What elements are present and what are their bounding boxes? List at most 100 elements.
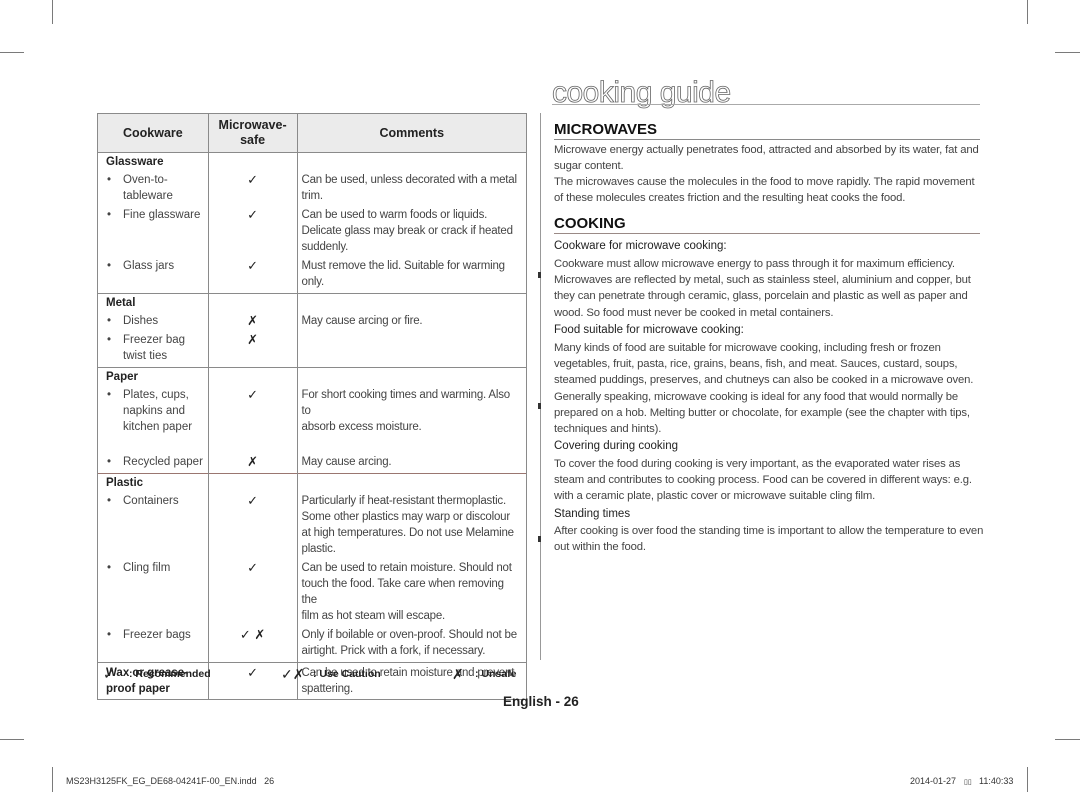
cookware-cell: • Recycled paper — [97, 454, 209, 470]
paragraph-cookware: Cookware must allow microwave energy to … — [554, 258, 971, 319]
heading-microwaves: MICROWAVES — [554, 121, 658, 138]
mark-cell — [207, 367, 298, 387]
comment-line: at high temperatures. Do not use Melamin… — [301, 527, 515, 539]
cookware-cell: • Freezer bag twist ties — [97, 332, 209, 364]
cookware-name-line: Freezer bag — [123, 334, 186, 346]
comment-line: May cause arcing or fire. — [301, 315, 423, 327]
crop-mark — [0, 52, 24, 53]
comment-cell: Can be used, unless decorated with a met… — [296, 172, 527, 204]
cookware-cell: • Fine glassware — [97, 207, 209, 255]
bullet-icon: • — [107, 562, 112, 574]
column-divider — [540, 113, 541, 660]
table-row: • Fine glassware ✓ Can be used to warm food… — [97, 207, 527, 255]
comment-text: For short cooking times and warming. Als… — [298, 387, 527, 451]
comment-line: plastic. — [301, 543, 336, 555]
cookware-name-line: napkins and — [123, 405, 186, 417]
group-label: Glassware — [106, 156, 164, 168]
microwaves-paragraph-1: Microwave energy actually penetrates foo… — [554, 144, 979, 173]
cookware-item: • Oven-to-tableware — [98, 172, 208, 204]
group-label: Plastic — [106, 477, 144, 489]
group-cell: Metal — [97, 293, 209, 313]
comment-cell: Can be used to warm foods or liquids. Del… — [296, 207, 527, 255]
cookware-item: • Freezer bags — [98, 627, 208, 643]
crop-mark — [1055, 52, 1080, 53]
bullet-icon: • — [107, 315, 112, 327]
comment-cell: Only if boilable or oven-proof. Should n… — [296, 627, 527, 659]
comment-line: Can be used to warm foods or liquids. — [301, 209, 488, 221]
comment-text: Can be used to retain moisture. Should n… — [298, 560, 527, 624]
legend-label: : Use Caution — [313, 668, 381, 680]
heading-rule — [554, 139, 980, 140]
group-cell: Paper — [97, 367, 209, 387]
comment-line: May cause arcing. — [301, 456, 392, 468]
cookware-cell: • Dishes — [97, 313, 209, 329]
group-label: Paper — [106, 371, 138, 383]
cookware-table: Cookware Microwave- safe Comments Glassw… — [97, 113, 527, 700]
comment-text: Can be used to warm foods or liquids. Del… — [298, 207, 527, 255]
cookware-name-line: Glass jars — [123, 260, 175, 272]
safety-mark: ✗ — [207, 332, 298, 364]
safety-mark: ✓ — [207, 560, 298, 624]
heading-cooking: COOKING — [554, 215, 626, 232]
bullet-icon: • — [107, 260, 112, 272]
cookware-name-line: Containers — [123, 495, 179, 507]
comment-cell — [296, 473, 527, 493]
bullet-icon: • — [107, 174, 112, 186]
comment-text: Must remove the lid. Suitable for warmin… — [298, 258, 527, 290]
table-row: • Cling film ✓ Can be used to retain moistu… — [97, 560, 527, 624]
cookware-item: • Recycled paper — [98, 454, 208, 470]
cookware-name: Containers — [123, 493, 179, 509]
header-microwave-safe-line1: Microwave- — [218, 118, 287, 132]
comment-line: spattering. — [301, 683, 354, 695]
cookware-item: • Dishes — [98, 313, 208, 329]
table-group-row: Metal — [97, 293, 527, 313]
comment-text: Only if boilable or oven-proof. Should n… — [298, 627, 527, 659]
footer-date: 2014-01-27 — [910, 776, 957, 786]
comment-line: Particularly if heat-resistant thermopla… — [301, 495, 507, 507]
comment-cell: Must remove the lid. Suitable for warmin… — [296, 258, 527, 290]
crop-mark — [52, 767, 53, 792]
comment-cell — [296, 332, 527, 364]
safety-mark: ✓ — [207, 493, 298, 557]
safety-mark: ✓ — [207, 258, 298, 290]
cookware-name: Freezer bags — [123, 627, 191, 643]
mark-cell — [207, 473, 298, 493]
mark-cell — [207, 293, 298, 313]
comment-line: touch the food. Take care when removing … — [301, 578, 505, 606]
crop-mark — [0, 739, 24, 740]
safety-mark: ✓ — [207, 172, 298, 204]
cookware-name: Recycled paper — [123, 454, 203, 470]
group-label: Metal — [106, 297, 136, 309]
header-microwave-safe: Microwave- safe — [207, 113, 298, 153]
subheading-cookware: Cookware for microwave cooking: — [554, 240, 727, 252]
cookware-name-line: Plates, cups, — [123, 389, 189, 401]
legend-label: : Recommended — [129, 668, 211, 680]
comment-cell — [296, 152, 527, 172]
footer-time-glyph: ▯▯ — [964, 779, 972, 786]
cookware-name-line: Oven-to- — [123, 174, 168, 186]
cookware-cell: • Containers — [97, 493, 209, 557]
cookware-item: • Containers — [98, 493, 208, 509]
table-row: • Freezer bags ✓ ✗ Only if boilable or oven… — [97, 627, 527, 659]
microwaves-paragraph-2: The microwaves cause the molecules in th… — [554, 176, 975, 205]
cookware-cell: • Cling film — [97, 560, 209, 624]
heading-rule — [554, 233, 980, 234]
margin-tick — [538, 272, 541, 278]
check-cross-icon: ✓✗ — [281, 666, 305, 682]
table-header-row: Cookware Microwave- safe Comments — [97, 113, 527, 153]
page-number: English - 26 — [503, 694, 579, 709]
comment-line: trim. — [301, 190, 324, 202]
table-group-row: Paper — [97, 367, 527, 387]
crop-mark — [1055, 739, 1080, 740]
comment-spacer — [302, 435, 523, 451]
cookware-name-line: Cling film — [123, 562, 171, 574]
cookware-item: • Glass jars — [98, 258, 208, 274]
cookware-cell: • Oven-to-tableware — [97, 172, 209, 204]
group-cell: Plastic — [97, 473, 209, 493]
comment-cell — [296, 293, 527, 313]
header-microwave-safe-line2: safe — [240, 133, 266, 147]
comment-text: Particularly if heat-resistant thermopla… — [298, 493, 527, 557]
safety-mark: ✗ — [207, 454, 298, 470]
comment-line: film as hot steam will escape. — [301, 610, 446, 622]
cookware-name: Freezer bag twist ties — [123, 332, 185, 364]
